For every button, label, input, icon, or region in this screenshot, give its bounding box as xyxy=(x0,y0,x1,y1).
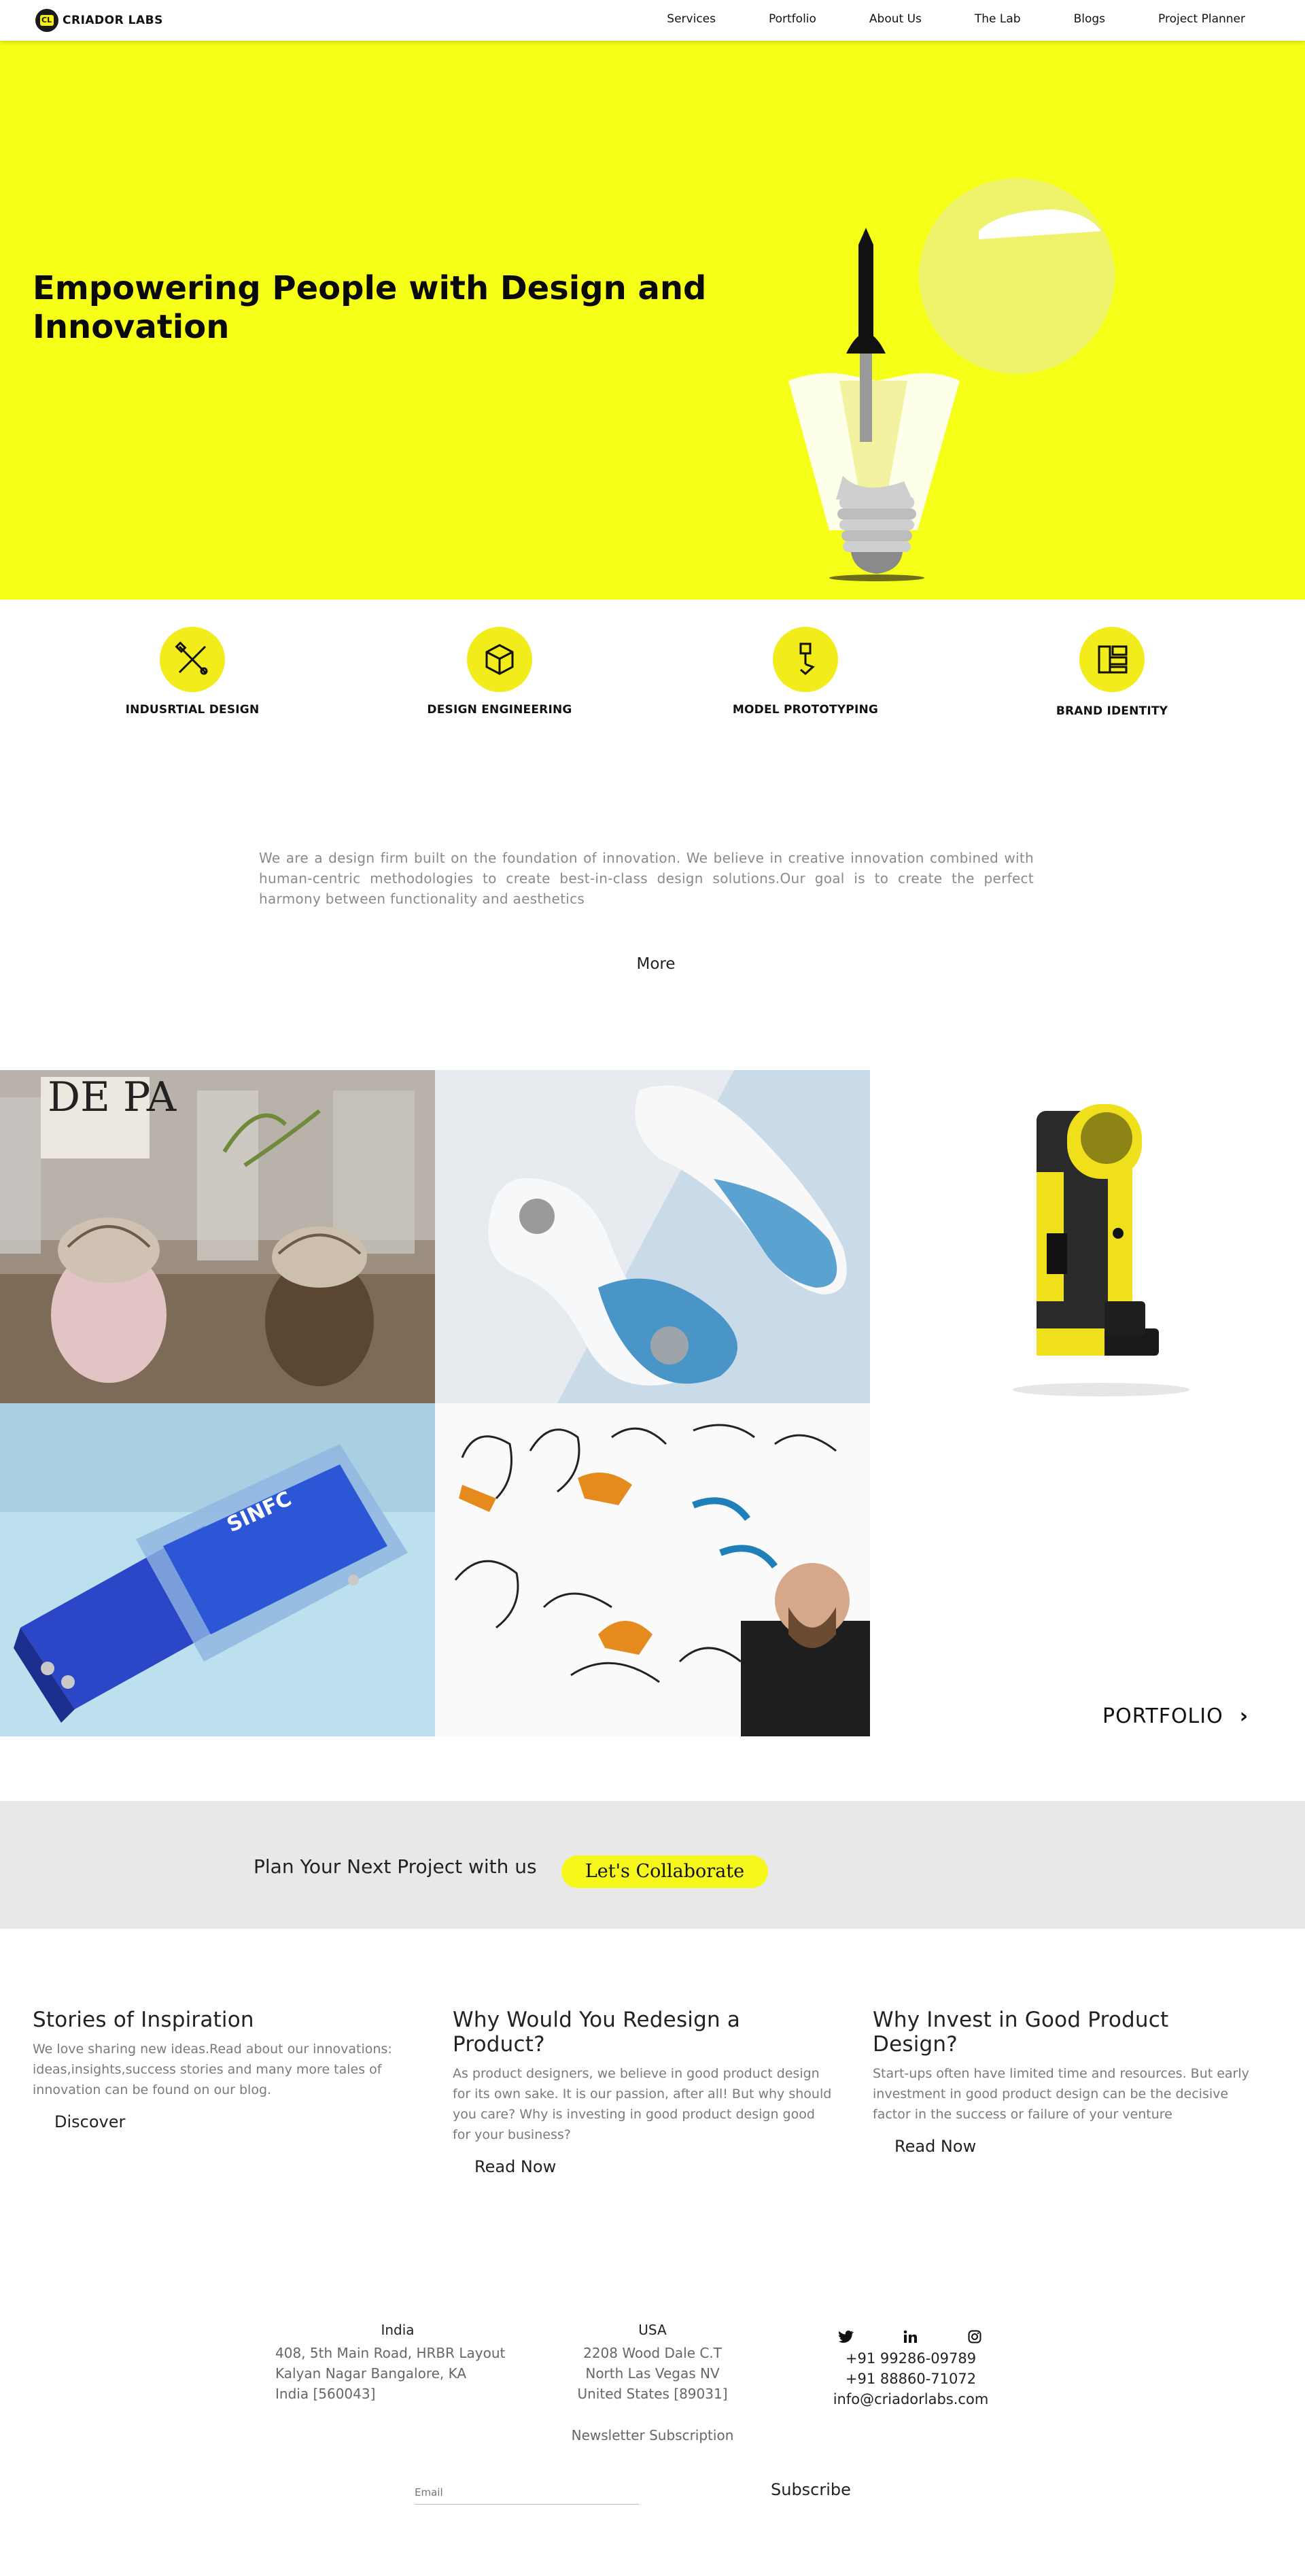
gallery-item-wearable[interactable] xyxy=(435,1070,870,1403)
footer-usa-line: North Las Vegas NV xyxy=(585,2365,720,2382)
service-label: BRAND IDENTITY xyxy=(1056,704,1168,718)
service-model-prototyping[interactable]: MODEL PROTOTYPING xyxy=(683,627,928,717)
blue-wearable-device-photo xyxy=(435,1070,870,1403)
footer-india-line: Kalyan Nagar Bangalore, KA xyxy=(275,2365,467,2382)
blog-stories-of-inspiration: Stories of Inspiration We love sharing n… xyxy=(33,2008,413,2131)
footer-india-line: 408, 5th Main Road, HRBR Layout xyxy=(275,2345,506,2361)
blog-body: We love sharing new ideas.Read about our… xyxy=(33,2042,392,2097)
newsletter-email-input[interactable] xyxy=(415,2480,639,2505)
portfolio-label: PORTFOLIO xyxy=(1102,1704,1223,1728)
footer-contact: +91 99286-09789 +91 88860-71072 info@cri… xyxy=(829,2348,992,2409)
chevron-right-icon: › xyxy=(1239,1704,1249,1728)
blog-body: Start-ups often have limited time and re… xyxy=(873,2066,1249,2122)
read-now-button[interactable]: Read Now xyxy=(894,2137,1253,2156)
gallery-item-shakers[interactable]: DE PA xyxy=(0,1070,435,1403)
blog-title: Why Would You Redesign a Product? xyxy=(453,2008,741,2057)
read-now-button[interactable]: Read Now xyxy=(474,2157,833,2176)
service-label: MODEL PROTOTYPING xyxy=(732,703,879,717)
site-header: CL CRIADOR LABS Services Portfolio About… xyxy=(0,0,1305,41)
logo-mark-text: CL xyxy=(41,16,52,24)
instagram-icon[interactable] xyxy=(968,2330,981,2343)
gallery-item-sketches[interactable] xyxy=(435,1403,870,1736)
about-text: We are a design firm built on the founda… xyxy=(259,850,1034,907)
hero-section: Empowering People with Design and Innova… xyxy=(0,41,1305,600)
blue-usb-device-photo: SINFC xyxy=(0,1403,435,1736)
nav-services[interactable]: Services xyxy=(667,12,716,26)
service-label: DESIGN ENGINEERING xyxy=(427,703,572,717)
lightbulb-pencil-icon xyxy=(788,178,1115,581)
hero-title: Empowering People with Design and Innova… xyxy=(33,269,707,346)
footer-india-address: India 408, 5th Main Road, HRBR Layout Ka… xyxy=(275,2320,520,2404)
service-industrial-design[interactable]: INDUSRTIAL DESIGN xyxy=(70,627,315,717)
footer-india-title: India xyxy=(381,2322,415,2338)
phone-number[interactable]: +91 99286-09789 xyxy=(829,2348,992,2369)
discover-button[interactable]: Discover xyxy=(54,2112,413,2131)
footer-usa-address: USA 2208 Wood Dale C.T North Las Vegas N… xyxy=(564,2320,741,2404)
footer-india-line: India [560043] xyxy=(275,2386,376,2402)
portfolio-link[interactable]: PORTFOLIO › xyxy=(1102,1704,1249,1728)
main-nav: Services Portfolio About Us The Lab Blog… xyxy=(614,12,1245,26)
services-section: INDUSRTIAL DESIGN DESIGN ENGINEERING MOD… xyxy=(0,600,1305,770)
more-link[interactable]: More xyxy=(0,955,1305,973)
blog-title: Why Invest in Good Product Design? xyxy=(873,2008,1169,2057)
salt-pepper-shakers-photo: DE PA xyxy=(0,1070,435,1403)
blog-redesign-product: Why Would You Redesign a Product? As pro… xyxy=(453,2008,833,2176)
collaborate-text: Plan Your Next Project with us xyxy=(254,1855,537,1878)
cube-icon xyxy=(467,627,532,692)
logo[interactable]: CL CRIADOR LABS xyxy=(35,9,163,32)
linkedin-icon[interactable] xyxy=(903,2330,917,2343)
blog-invest-product-design: Why Invest in Good Product Design? Start… xyxy=(873,2008,1253,2156)
brand-icon xyxy=(1079,627,1145,692)
prototype-icon xyxy=(773,627,838,692)
footer-usa-title: USA xyxy=(638,2322,667,2338)
service-design-engineering[interactable]: DESIGN ENGINEERING xyxy=(377,627,622,717)
tools-icon xyxy=(160,627,225,692)
nav-the-lab[interactable]: The Lab xyxy=(975,12,1021,26)
service-brand-identity[interactable]: BRAND IDENTITY xyxy=(990,627,1234,718)
subscribe-button[interactable]: Subscribe xyxy=(771,2480,851,2499)
blog-title: Stories of Inspiration xyxy=(33,2008,254,2032)
nav-blogs[interactable]: Blogs xyxy=(1074,12,1105,26)
headphone-sketches-photo xyxy=(435,1403,870,1736)
gallery-item-usb-device[interactable]: SINFC xyxy=(0,1403,435,1736)
gallery-item-yellow-device[interactable] xyxy=(870,1070,1305,1403)
newsletter-title: Newsletter Subscription xyxy=(571,2427,734,2443)
svg-text:DE PA: DE PA xyxy=(48,1074,177,1121)
logo-text: CRIADOR LABS xyxy=(63,14,163,27)
email-address[interactable]: info@criadorlabs.com xyxy=(829,2389,992,2409)
nav-about-us[interactable]: About Us xyxy=(869,12,922,26)
footer-usa-line: 2208 Wood Dale C.T xyxy=(583,2345,722,2361)
footer-usa-line: United States [89031] xyxy=(577,2386,728,2402)
lets-collaborate-button[interactable]: Let's Collaborate xyxy=(561,1855,768,1888)
nav-portfolio[interactable]: Portfolio xyxy=(769,12,816,26)
phone-number[interactable]: +91 88860-71072 xyxy=(829,2369,992,2389)
service-label: INDUSRTIAL DESIGN xyxy=(125,703,260,717)
nav-project-planner[interactable]: Project Planner xyxy=(1158,12,1245,26)
logo-mark-icon: CL xyxy=(35,9,58,32)
yellow-handheld-device-photo xyxy=(870,1070,1305,1403)
twitter-icon[interactable] xyxy=(839,2330,854,2343)
blog-body: As product designers, we believe in good… xyxy=(453,2066,832,2142)
